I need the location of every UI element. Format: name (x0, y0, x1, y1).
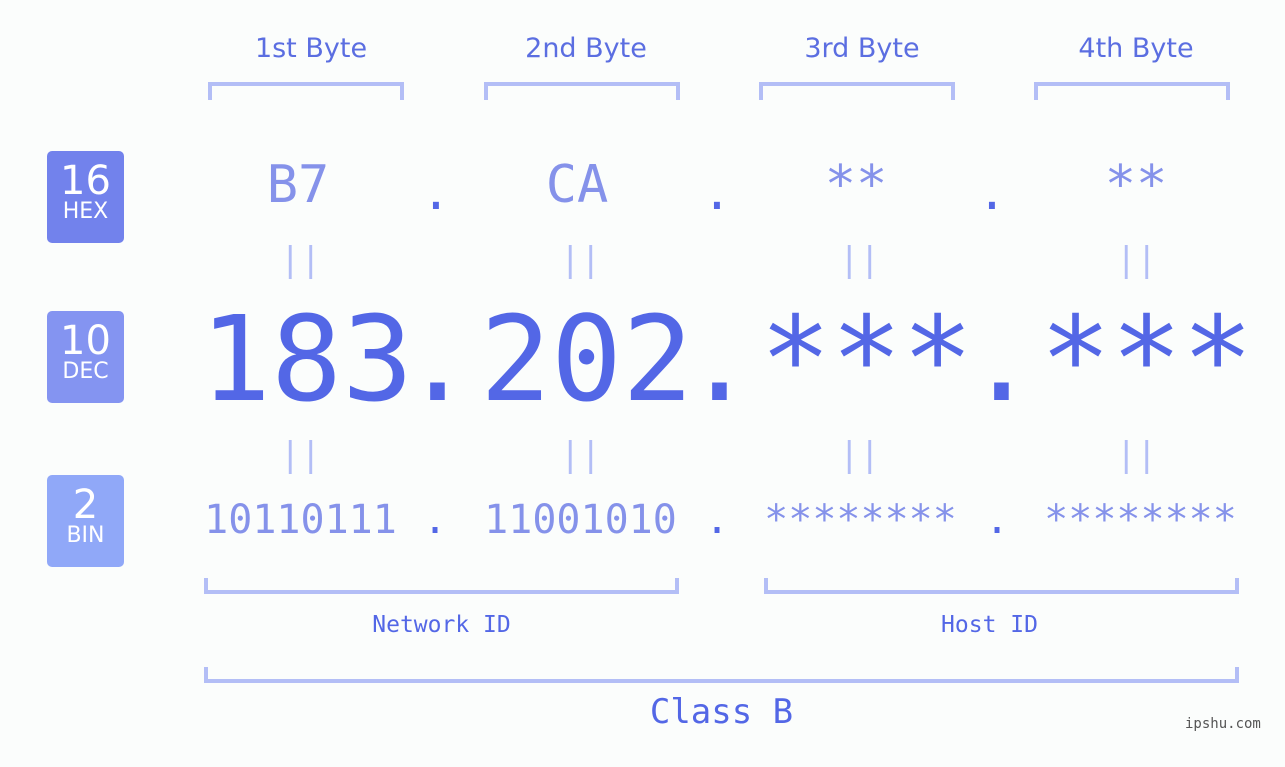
dec-dot-2: . (684, 290, 756, 428)
hex-badge: 16 HEX (47, 151, 124, 243)
network-id-label: Network ID (372, 612, 511, 638)
dec-badge: 10 DEC (47, 311, 124, 403)
host-id-label: Host ID (941, 612, 1038, 638)
dec-byte-4: *** (1040, 290, 1254, 428)
bin-dot-3: . (984, 497, 1010, 543)
class-bracket (204, 667, 1239, 683)
equals-hex-dec-1: || (280, 240, 321, 280)
hex-base-number: 16 (60, 158, 111, 204)
hex-byte-3: ** (824, 155, 888, 215)
hex-base-label: HEX (62, 199, 109, 224)
byte-bracket-2 (484, 82, 680, 100)
byte-bracket-3 (759, 82, 955, 100)
dec-base-label: DEC (62, 359, 109, 384)
hex-byte-2: CA (545, 155, 609, 215)
equals-hex-dec-2: || (560, 240, 601, 280)
byte-header-3: 3rd Byte (804, 33, 920, 64)
class-label: Class B (649, 692, 794, 732)
network-id-bracket (204, 578, 679, 594)
hex-dot-1: . (421, 165, 451, 221)
bin-byte-2: 11001010 (484, 497, 677, 543)
equals-dec-bin-4: || (1116, 435, 1157, 475)
bin-dot-1: . (422, 497, 448, 543)
equals-dec-bin-1: || (280, 435, 321, 475)
host-id-bracket (764, 578, 1239, 594)
equals-dec-bin-3: || (839, 435, 880, 475)
hex-byte-4: ** (1104, 155, 1168, 215)
byte-header-1: 1st Byte (254, 33, 368, 64)
watermark: ipshu.com (1185, 716, 1261, 732)
byte-header-2: 2nd Byte (525, 33, 647, 64)
bin-byte-1: 10110111 (204, 497, 397, 543)
dec-byte-2: 202 (480, 290, 694, 428)
bin-badge: 2 BIN (47, 475, 124, 567)
bin-byte-3: ******** (764, 497, 957, 543)
byte-header-4: 4th Byte (1078, 33, 1194, 64)
byte-bracket-1 (208, 82, 404, 100)
dec-base-number: 10 (60, 318, 111, 364)
bin-base-number: 2 (72, 482, 99, 528)
byte-bracket-4 (1034, 82, 1230, 100)
bin-base-label: BIN (66, 523, 105, 548)
dec-byte-3: *** (760, 290, 974, 428)
bin-byte-4: ******** (1044, 497, 1237, 543)
dec-dot-3: . (966, 290, 1038, 428)
dec-byte-1: 183 (200, 290, 414, 428)
hex-byte-1: B7 (266, 155, 330, 215)
equals-dec-bin-2: || (560, 435, 601, 475)
equals-hex-dec-4: || (1116, 240, 1157, 280)
bin-dot-2: . (704, 497, 730, 543)
hex-dot-2: . (702, 165, 732, 221)
equals-hex-dec-3: || (839, 240, 880, 280)
hex-dot-3: . (977, 165, 1007, 221)
dec-dot-1: . (402, 290, 474, 428)
